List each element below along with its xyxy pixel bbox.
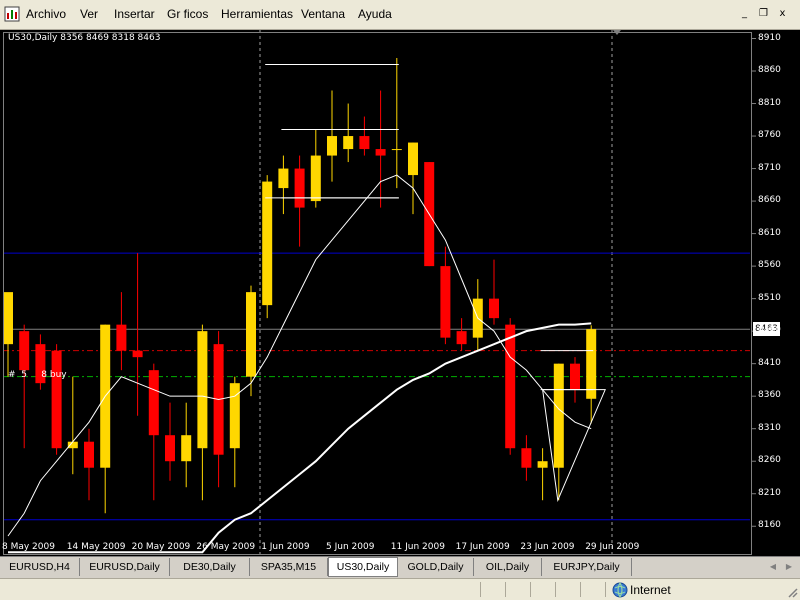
y-tick-label: 8310 xyxy=(758,422,781,433)
globe-icon xyxy=(612,582,628,598)
scroll-right-icon[interactable]: ▶ xyxy=(782,560,796,574)
y-tick-label: 8660 xyxy=(758,195,781,206)
menu-herramientas[interactable]: Herramientas xyxy=(221,7,293,21)
y-tick-label: 8510 xyxy=(758,292,781,303)
shift-marker-icon[interactable] xyxy=(613,30,621,35)
chart-frame xyxy=(3,32,752,555)
x-tick-label: 20 May 2009 xyxy=(131,542,191,552)
status-separator xyxy=(580,582,581,597)
y-tick-label: 8560 xyxy=(758,260,781,271)
tab-oil-daily[interactable]: OIL,Daily xyxy=(474,558,542,576)
menu-insertar[interactable]: Insertar xyxy=(114,7,155,21)
x-tick-label: 17 Jun 2009 xyxy=(455,542,510,552)
chart-area[interactable]: US30,Daily 8356 8469 8318 8463 # 5 8 buy… xyxy=(0,30,800,556)
restore-button[interactable]: ❐ xyxy=(756,7,771,21)
tab-de30-daily[interactable]: DE30,Daily xyxy=(170,558,250,576)
x-tick-label: 14 May 2009 xyxy=(66,542,126,552)
x-tick-label: 1 Jun 2009 xyxy=(261,542,310,552)
status-separator xyxy=(505,582,506,597)
menu-graficos[interactable]: Gr ficos xyxy=(167,7,208,21)
y-tick-label: 8760 xyxy=(758,130,781,141)
close-button[interactable]: x xyxy=(775,7,790,21)
status-separator xyxy=(605,582,606,597)
minimize-button[interactable]: _ xyxy=(737,7,752,21)
menu-bar: Archivo Ver Insertar Gr ficos Herramient… xyxy=(0,0,800,30)
x-tick-label: 5 Jun 2009 xyxy=(326,542,375,552)
status-separator xyxy=(530,582,531,597)
y-tick-label: 8460 xyxy=(758,325,781,336)
menu-ventana[interactable]: Ventana xyxy=(301,7,345,21)
menu-ayuda[interactable]: Ayuda xyxy=(358,7,392,21)
zone-label: Internet xyxy=(630,583,671,597)
tab-gold-daily[interactable]: GOLD,Daily xyxy=(398,558,474,576)
status-bar: Internet xyxy=(0,578,800,600)
x-tick-label: 23 Jun 2009 xyxy=(520,542,575,552)
tab-us30-daily[interactable]: US30,Daily xyxy=(328,557,398,577)
scroll-left-icon[interactable]: ◀ xyxy=(766,560,780,574)
resize-grip-icon[interactable] xyxy=(786,586,798,598)
x-tick-label: 11 Jun 2009 xyxy=(390,542,445,552)
status-separator xyxy=(555,582,556,597)
chart-header: US30,Daily 8356 8469 8318 8463 xyxy=(8,33,161,43)
y-tick-label: 8260 xyxy=(758,455,781,466)
tab-eurusd-daily[interactable]: EURUSD,Daily xyxy=(80,558,170,576)
y-tick-label: 8910 xyxy=(758,32,781,43)
y-tick-label: 8860 xyxy=(758,65,781,76)
x-tick-label: 26 May 2009 xyxy=(196,542,256,552)
chart-tabs: EURUSD,H4 EURUSD,Daily DE30,Daily SPA35,… xyxy=(0,556,800,578)
x-tick-label: 8 May 2009 xyxy=(2,542,55,552)
menu-archivo[interactable]: Archivo xyxy=(26,7,66,21)
chart-window-icon[interactable] xyxy=(4,6,20,22)
y-tick-label: 8610 xyxy=(758,227,781,238)
y-tick-label: 8160 xyxy=(758,520,781,531)
y-tick-label: 8360 xyxy=(758,390,781,401)
y-tick-label: 8210 xyxy=(758,487,781,498)
y-tick-label: 8710 xyxy=(758,162,781,173)
tab-spa35-m15[interactable]: SPA35,M15 xyxy=(250,558,328,576)
y-tick-label: 8810 xyxy=(758,97,781,108)
status-separator xyxy=(480,582,481,597)
order-label: # 5 8 buy xyxy=(8,370,67,380)
menu-ver[interactable]: Ver xyxy=(80,7,98,21)
tab-eurusd-h4[interactable]: EURUSD,H4 xyxy=(0,558,80,576)
tab-eurjpy-daily[interactable]: EURJPY,Daily xyxy=(542,558,632,576)
x-tick-label: 29 Jun 2009 xyxy=(585,542,640,552)
y-tick-label: 8410 xyxy=(758,357,781,368)
